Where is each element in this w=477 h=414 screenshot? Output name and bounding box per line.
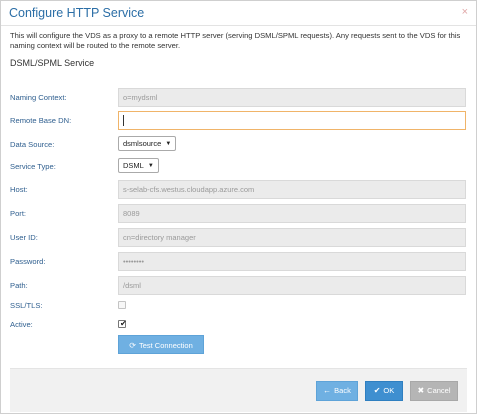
path-field[interactable]: /dsml bbox=[118, 276, 466, 295]
remote-base-dn-label: Remote Base DN: bbox=[10, 116, 72, 125]
intro-text: This will configure the VDS as a proxy t… bbox=[10, 31, 461, 50]
back-label: Back bbox=[334, 386, 351, 395]
section-title: DSML/SPML Service bbox=[10, 58, 95, 68]
data-source-label: Data Source: bbox=[10, 140, 55, 149]
password-label: Password: bbox=[10, 257, 46, 266]
checkmark-icon: ✔ bbox=[120, 319, 127, 328]
service-type-select[interactable]: DSML ▼ bbox=[118, 158, 159, 173]
close-icon[interactable]: × bbox=[462, 7, 468, 18]
ok-label: OK bbox=[383, 386, 395, 395]
ok-button[interactable]: ✔ OK bbox=[365, 381, 403, 401]
port-field[interactable]: 8089 bbox=[118, 204, 466, 223]
host-field[interactable]: s-selab-cfs.westus.cloudapp.azure.com bbox=[118, 180, 466, 199]
password-field[interactable]: •••••••• bbox=[118, 252, 466, 271]
chevron-down-icon: ▼ bbox=[165, 141, 172, 147]
configure-http-service-dialog: Configure HTTP Service × This will confi… bbox=[0, 0, 477, 414]
naming-context-label: Naming Context: bbox=[10, 93, 67, 102]
chevron-down-icon: ▼ bbox=[147, 163, 154, 169]
ssl-tls-label: SSL/TLS: bbox=[10, 301, 43, 310]
close-icon: ✖ bbox=[417, 386, 425, 395]
data-source-value: dsmlsource bbox=[123, 139, 162, 148]
ssl-tls-checkbox[interactable] bbox=[118, 301, 126, 309]
user-id-field[interactable]: cn=directory manager bbox=[118, 228, 466, 247]
dialog-header: Configure HTTP Service × bbox=[1, 1, 476, 26]
dialog-title: Configure HTTP Service bbox=[9, 6, 145, 20]
user-id-label: User ID: bbox=[10, 233, 38, 242]
active-label: Active: bbox=[10, 320, 33, 329]
cancel-label: Cancel bbox=[427, 386, 451, 395]
active-checkbox[interactable]: ✔ bbox=[118, 319, 127, 328]
test-connection-label: Test Connection bbox=[138, 341, 193, 350]
refresh-icon: ⟳ bbox=[129, 341, 136, 350]
naming-context-field[interactable]: o=mydsml bbox=[118, 88, 466, 107]
service-type-value: DSML bbox=[123, 161, 144, 170]
host-label: Host: bbox=[10, 185, 28, 194]
remote-base-dn-field[interactable] bbox=[118, 111, 466, 130]
back-button[interactable]: ← Back bbox=[316, 381, 358, 401]
service-type-label: Service Type: bbox=[10, 162, 56, 171]
text-caret bbox=[123, 115, 124, 126]
port-label: Port: bbox=[10, 209, 27, 218]
cancel-button[interactable]: ✖ Cancel bbox=[410, 381, 458, 401]
check-icon: ✔ bbox=[373, 386, 381, 395]
dialog-footer: ← Back ✔ OK ✖ Cancel bbox=[10, 368, 467, 412]
test-connection-button[interactable]: ⟳ Test Connection bbox=[118, 335, 204, 354]
path-label: Path: bbox=[10, 281, 28, 290]
arrow-left-icon: ← bbox=[323, 386, 332, 395]
data-source-select[interactable]: dsmlsource ▼ bbox=[118, 136, 177, 151]
